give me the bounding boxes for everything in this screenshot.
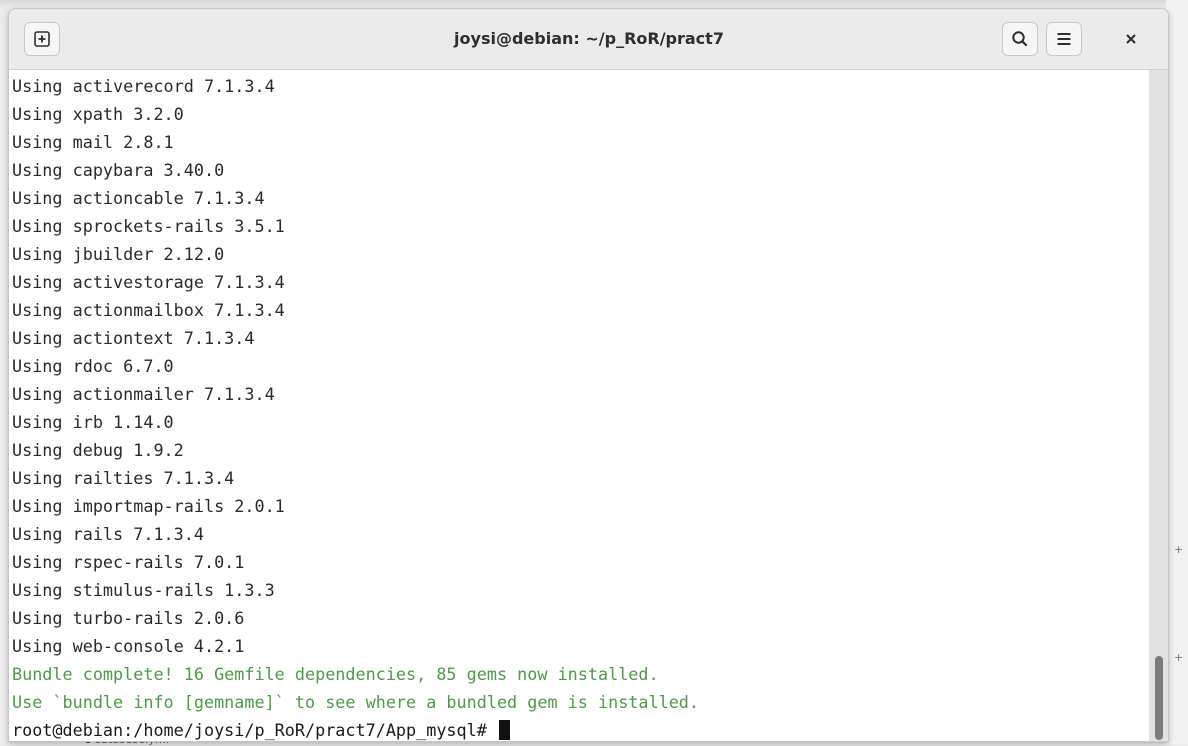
output-line: Using activestorage 7.1.3.4 xyxy=(12,272,285,292)
output-line: Using activerecord 7.1.3.4 xyxy=(12,76,275,96)
background-plus-marker: + xyxy=(1174,651,1184,664)
background-window-edge xyxy=(1166,0,1188,744)
output-line: Using actioncable 7.1.3.4 xyxy=(12,188,265,208)
output-line: Using sprockets-rails 3.5.1 xyxy=(12,216,285,236)
output-line: Using capybara 3.40.0 xyxy=(12,160,225,180)
new-tab-icon xyxy=(34,31,50,47)
scrollbar-thumb[interactable] xyxy=(1155,656,1163,740)
output-line: Using turbo-rails 2.0.6 xyxy=(12,608,245,628)
output-line: Using web-console 4.2.1 xyxy=(12,636,245,656)
output-line: Using actionmailer 7.1.3.4 xyxy=(12,384,275,404)
output-line: Using actionmailbox 7.1.3.4 xyxy=(12,300,285,320)
output-line: Using railties 7.1.3.4 xyxy=(12,468,235,488)
terminal-output[interactable]: Using activerecord 7.1.3.4 Using xpath 3.… xyxy=(9,70,1149,741)
output-line: Using rdoc 6.7.0 xyxy=(12,356,174,376)
command-prompt-line[interactable]: root@debian:/home/joysi/p_RoR/pract7/App… xyxy=(12,716,1142,741)
background-plus-marker: + xyxy=(1174,543,1184,556)
terminal-lines: Using activerecord 7.1.3.4 Using xpath 3.… xyxy=(12,72,1142,741)
search-icon xyxy=(1012,31,1028,47)
terminal-window: joysi@debian: ~/p_RoR/pract7 Using activ… xyxy=(8,8,1169,742)
hamburger-menu-icon xyxy=(1057,33,1071,45)
output-line: Using debug 1.9.2 xyxy=(12,440,184,460)
new-tab-button[interactable] xyxy=(24,22,60,56)
close-icon xyxy=(1126,34,1136,44)
desktop-background xyxy=(0,0,1188,8)
output-line: Using irb 1.14.0 xyxy=(12,412,174,432)
output-line: Using stimulus-rails 1.3.3 xyxy=(12,580,275,600)
output-line: Using actiontext 7.1.3.4 xyxy=(12,328,255,348)
title-bar[interactable]: joysi@debian: ~/p_RoR/pract7 xyxy=(9,9,1168,70)
shell-prompt: root@debian:/home/joysi/p_RoR/pract7/App… xyxy=(12,720,497,740)
success-message-line: Bundle complete! 16 Gemfile dependencies… xyxy=(12,664,659,684)
success-message-line: Use `bundle info [gemname]` to see where… xyxy=(12,692,700,712)
window-title: joysi@debian: ~/p_RoR/pract7 xyxy=(454,29,724,48)
text-cursor xyxy=(498,720,510,740)
output-line: Using rspec-rails 7.0.1 xyxy=(12,552,245,572)
output-line: Using importmap-rails 2.0.1 xyxy=(12,496,285,516)
output-line: Using rails 7.1.3.4 xyxy=(12,524,204,544)
output-line: Using xpath 3.2.0 xyxy=(12,104,184,124)
scrollbar[interactable] xyxy=(1149,70,1168,741)
output-line: Using mail 2.8.1 xyxy=(12,132,174,152)
search-button[interactable] xyxy=(1002,22,1038,56)
menu-button[interactable] xyxy=(1046,22,1082,56)
close-button[interactable] xyxy=(1118,26,1144,52)
output-line: Using jbuilder 2.12.0 xyxy=(12,244,225,264)
